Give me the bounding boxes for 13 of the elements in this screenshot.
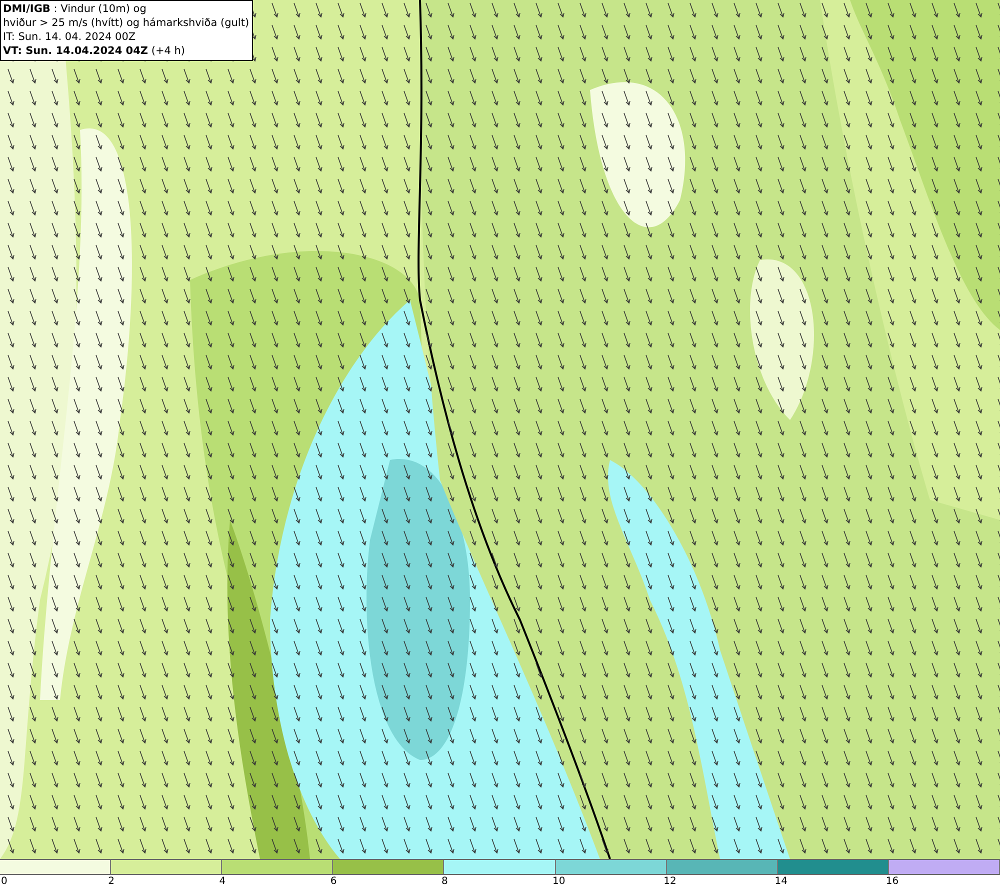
title-line: VT: Sun. 14.04.2024 04Z (+4 h) [3,44,186,58]
scale-label: 2 [108,875,114,887]
scale-label: 0 [1,875,8,887]
scale-label: 8 [441,875,448,887]
scale-label: 12 [664,875,676,887]
title-line: hviður > 25 m/s (hvítt) og hámarkshviða (gult) [3,16,250,30]
title-line: IT: Sun. 14. 04. 2024 00Z [3,30,137,44]
scale-label: 10 [552,875,566,887]
scale-label: 4 [219,875,226,887]
scale-label: 6 [330,875,337,887]
scale-label: 14 [774,875,788,887]
title-line: DMI/IGB : Vindur (10m) og [3,2,148,16]
scale-label: 16 [886,875,899,887]
